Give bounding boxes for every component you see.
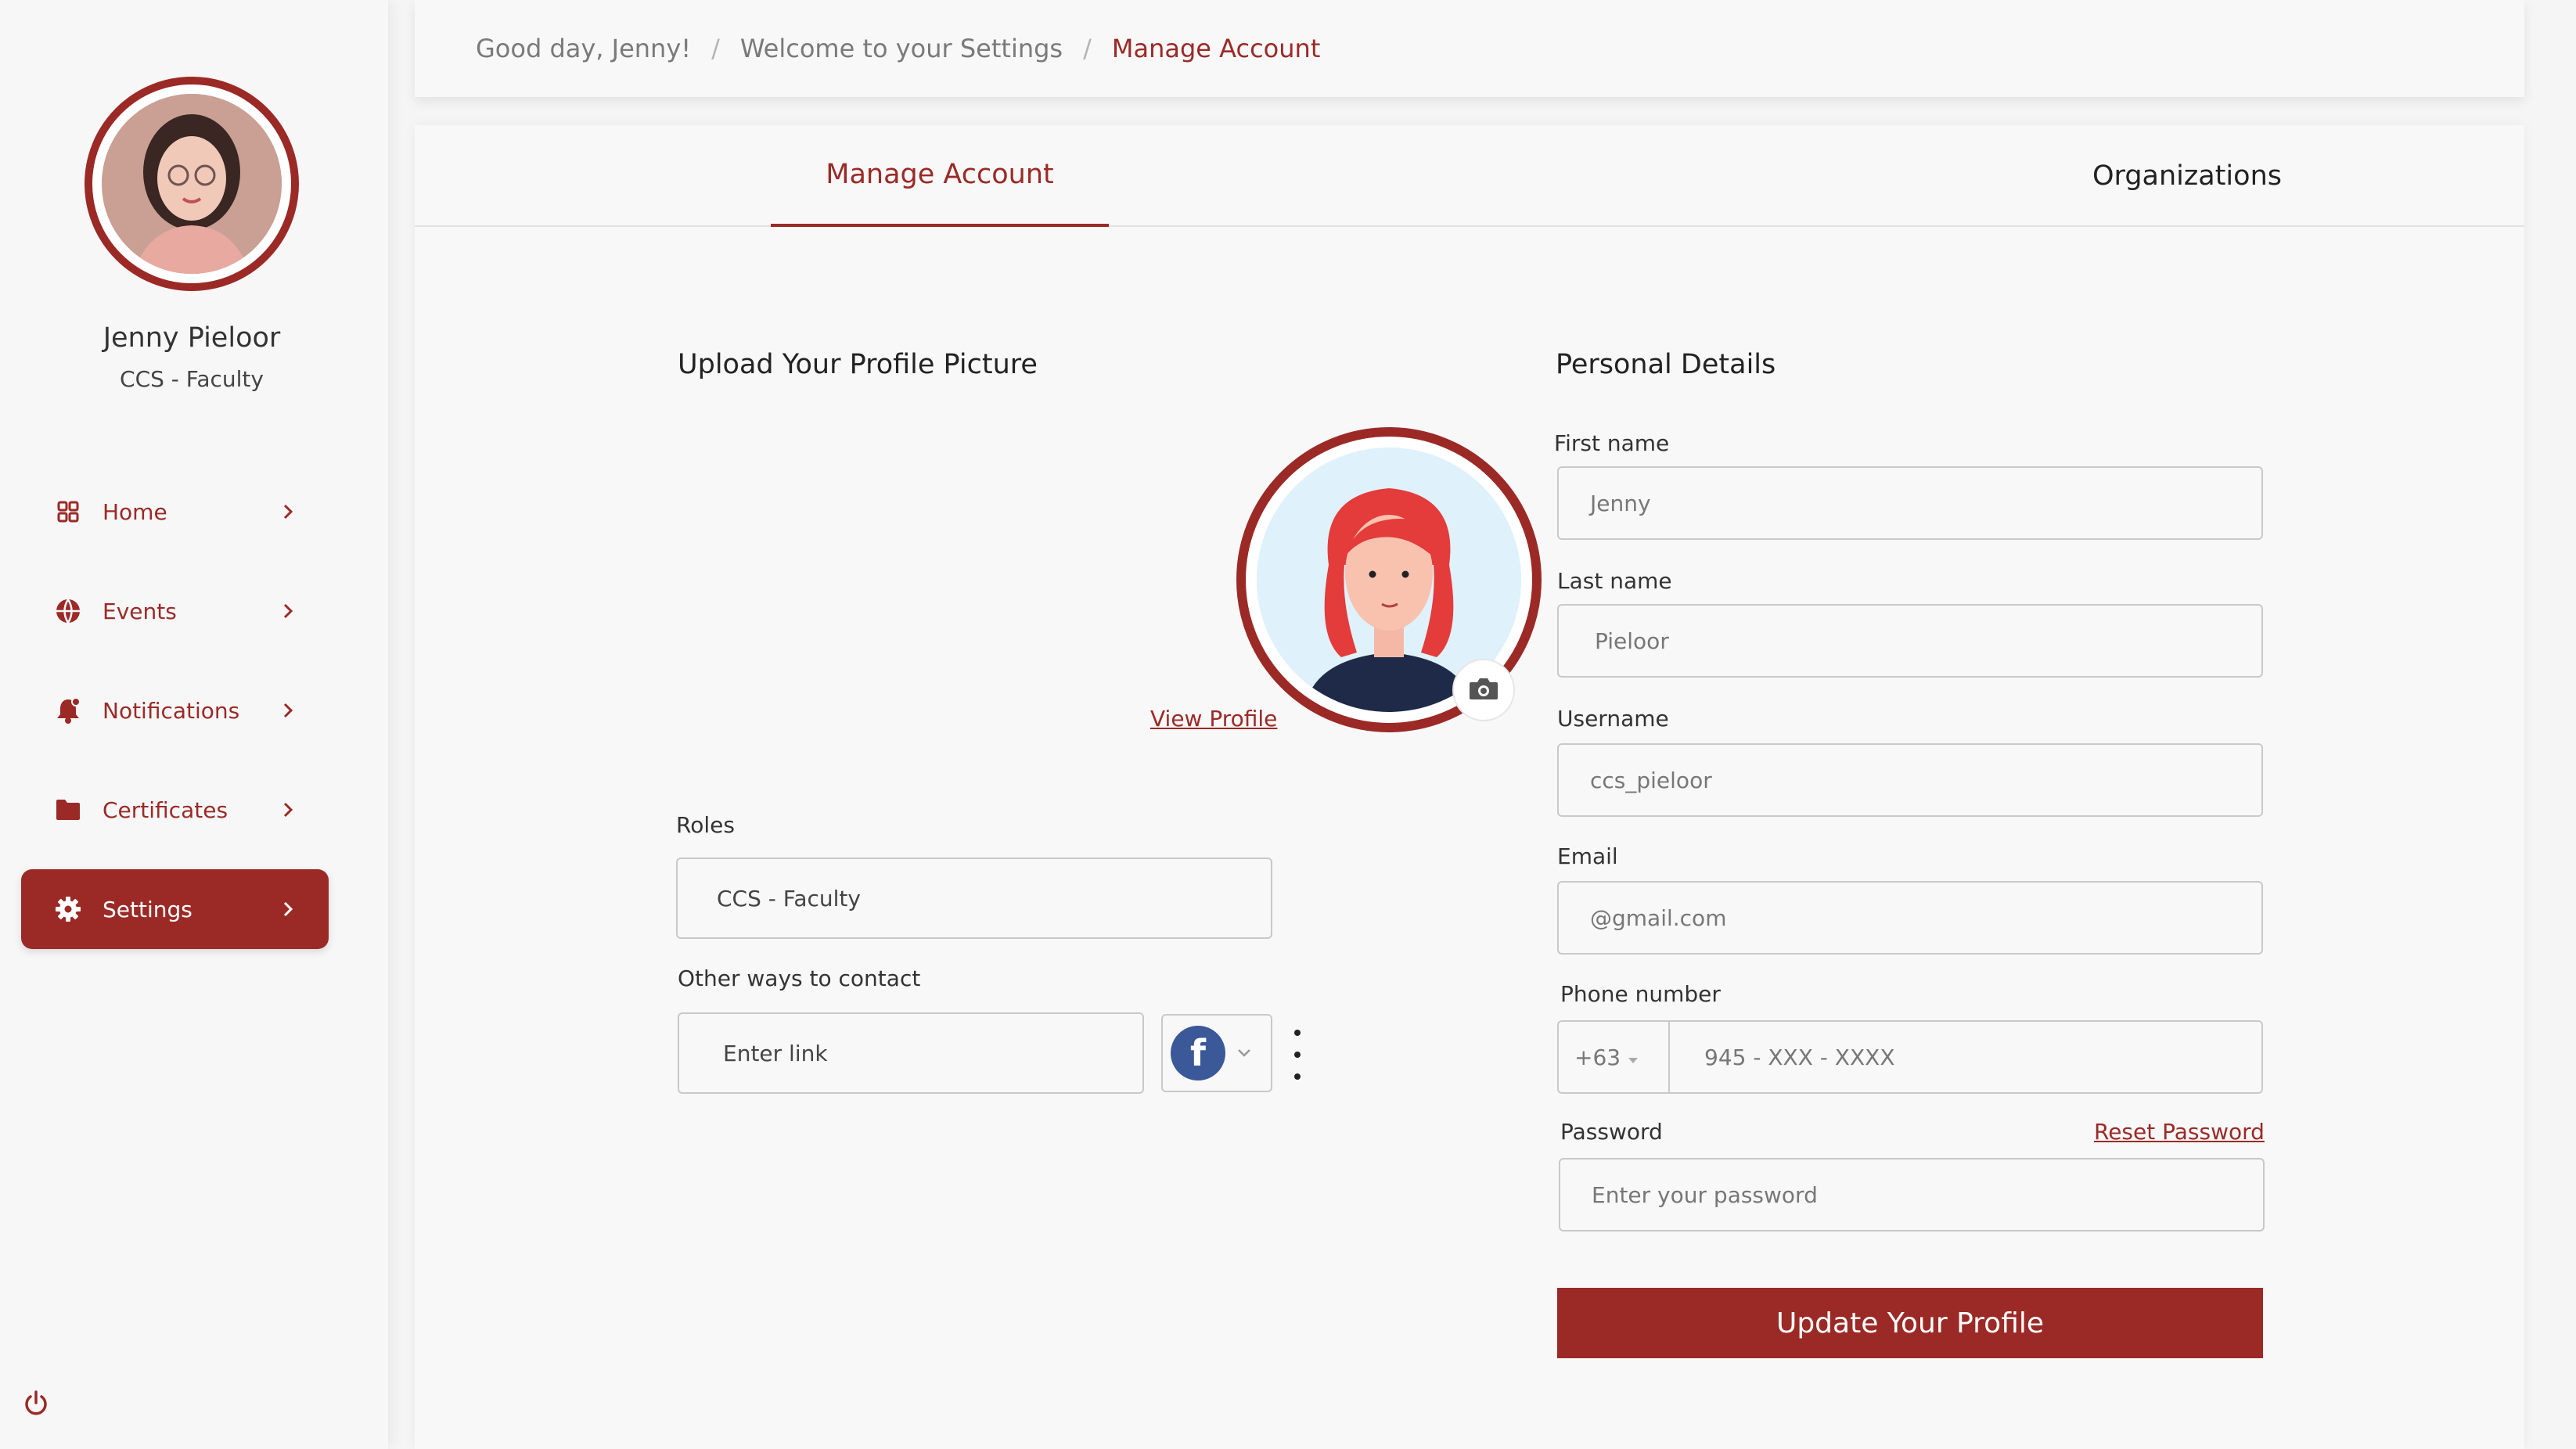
breadcrumb-separator: / (711, 34, 720, 63)
caret-down-icon (1627, 1045, 1639, 1070)
tab-manage-account[interactable]: Manage Account (771, 125, 1109, 227)
sidebar-item-label: Events (103, 598, 177, 624)
breadcrumb-separator: / (1083, 34, 1092, 63)
upload-profile-title: Upload Your Profile Picture (678, 349, 1038, 380)
chevron-right-icon (279, 800, 297, 819)
last-name-field[interactable]: Pieloor (1557, 604, 2263, 678)
chevron-down-icon (1236, 1046, 1252, 1061)
globe-icon (52, 595, 84, 627)
contact-type-select[interactable]: f (1161, 1014, 1272, 1092)
email-label: Email (1557, 843, 1618, 869)
roles-label: Roles (676, 812, 735, 838)
avatar[interactable] (85, 77, 299, 291)
view-profile-link[interactable]: View Profile (1150, 706, 1277, 732)
phone-country-code-select[interactable]: +63 (1557, 1020, 1670, 1094)
password-label: Password (1560, 1119, 1663, 1145)
grid-icon (52, 496, 84, 527)
sidebar-item-settings[interactable]: Settings (21, 869, 329, 949)
last-name-label: Last name (1557, 568, 1672, 594)
sidebar-item-label: Certificates (103, 796, 228, 823)
breadcrumb: Good day, Jenny! / Welcome to your Setti… (415, 0, 2524, 97)
sidebar-item-notifications[interactable]: Notifications (21, 671, 329, 750)
user-name: Jenny Pieloor (103, 322, 281, 354)
chevron-right-icon (279, 502, 297, 521)
roles-field[interactable]: CCS - Faculty (676, 858, 1272, 939)
chevron-right-icon (279, 701, 297, 720)
gear-icon (52, 893, 84, 925)
tab-organizations[interactable]: Organizations (1983, 125, 2391, 227)
phone-number-input[interactable]: 945 - XXX - XXXX (1668, 1020, 2263, 1094)
phone-code-value: +63 (1574, 1044, 1621, 1070)
user-role: CCS - Faculty (120, 366, 264, 392)
folder-icon (52, 794, 84, 825)
contact-label: Other ways to contact (678, 965, 921, 991)
username-label: Username (1557, 706, 1669, 732)
sidebar-item-label: Home (103, 498, 167, 525)
password-input[interactable]: Enter your password (1559, 1158, 2265, 1231)
power-icon[interactable] (22, 1390, 53, 1421)
change-photo-button[interactable] (1452, 659, 1515, 721)
personal-details-title: Personal Details (1556, 349, 1776, 380)
email-field[interactable]: @gmail.com (1557, 881, 2263, 955)
camera-icon (1468, 676, 1499, 704)
more-options-icon[interactable] (1290, 1030, 1305, 1080)
phone-label: Phone number (1560, 981, 1721, 1007)
update-profile-button[interactable]: Update Your Profile (1557, 1288, 2263, 1358)
sidebar-item-label: Settings (103, 896, 192, 922)
first-name-label: First name (1554, 430, 1670, 456)
sidebar-item-events[interactable]: Events (21, 571, 329, 651)
bell-icon (52, 695, 84, 726)
sidebar-item-home[interactable]: Home (21, 472, 329, 552)
reset-password-link[interactable]: Reset Password (2094, 1119, 2265, 1145)
facebook-icon: f (1171, 1026, 1225, 1080)
main-panel: Manage Account Organizations Upload Your… (415, 125, 2524, 1449)
tab-bar: Manage Account Organizations (415, 125, 2524, 227)
sidebar-item-certificates[interactable]: Certificates (21, 770, 329, 850)
username-field[interactable]: ccs_pieloor (1557, 743, 2263, 817)
first-name-field[interactable]: Jenny (1557, 466, 2263, 540)
chevron-right-icon (279, 900, 297, 919)
sidebar-item-label: Notifications (103, 697, 240, 724)
contact-link-input[interactable]: Enter link (678, 1012, 1144, 1094)
avatar-photo (102, 94, 282, 274)
breadcrumb-settings[interactable]: Welcome to your Settings (740, 34, 1063, 63)
breadcrumb-current: Manage Account (1111, 34, 1321, 63)
sidebar: Jenny Pieloor CCS - Faculty Home Events (0, 0, 388, 1449)
breadcrumb-greeting: Good day, Jenny! (476, 34, 692, 63)
chevron-right-icon (279, 602, 297, 620)
